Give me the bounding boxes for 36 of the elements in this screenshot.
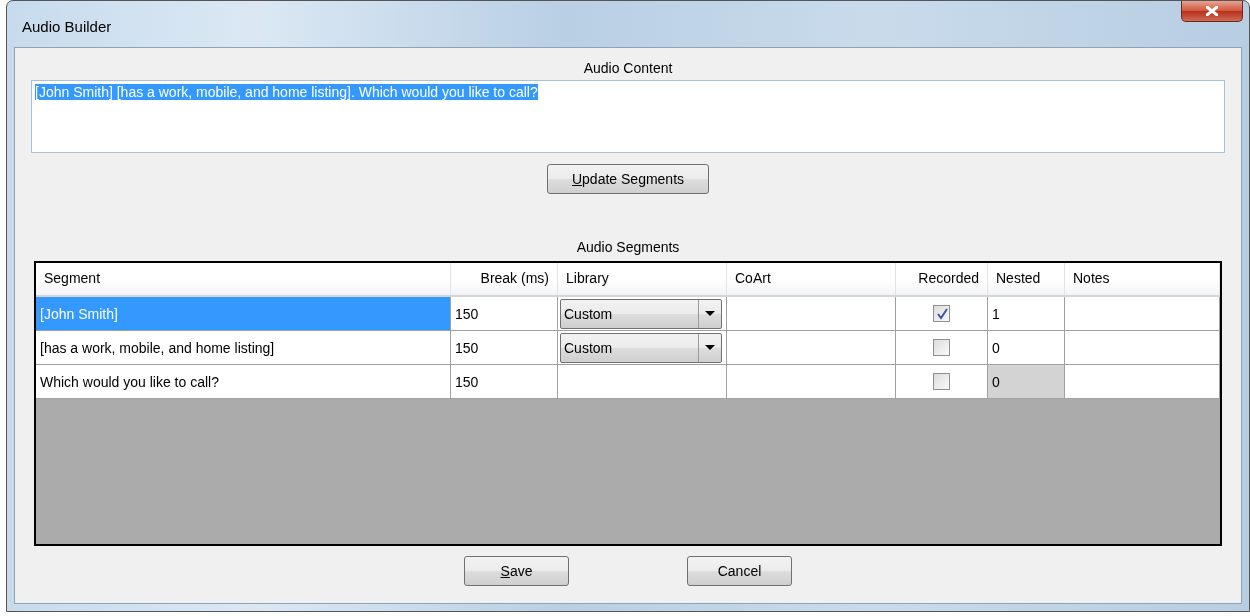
recorded-checkbox[interactable] [933, 373, 950, 390]
close-button[interactable] [1181, 1, 1243, 22]
table-cell[interactable] [727, 365, 896, 399]
close-icon [1206, 6, 1218, 16]
table-cell[interactable] [1065, 365, 1220, 399]
table-cell[interactable] [727, 297, 896, 331]
table-cell[interactable]: 150 [451, 331, 558, 365]
table-cell[interactable]: [has a work, mobile, and home listing] [36, 331, 451, 365]
column-header[interactable]: Recorded [896, 263, 988, 295]
table-cell[interactable] [1065, 297, 1220, 331]
table-cell[interactable]: Which would you like to call? [36, 365, 451, 399]
library-dropdown[interactable]: Custom [560, 332, 722, 363]
table-cell[interactable]: 1 [988, 297, 1065, 331]
table-cell[interactable] [558, 365, 727, 399]
section-label: Audio Segments [576, 239, 680, 257]
section-label: Audio Content [583, 60, 673, 78]
recorded-checkbox[interactable] [933, 339, 950, 356]
caret-icon [705, 311, 715, 316]
table-cell[interactable]: 150 [451, 365, 558, 399]
library-dropdown[interactable]: Custom [560, 298, 722, 329]
column-header[interactable]: Notes [1065, 263, 1220, 295]
save-button[interactable]: Save [464, 556, 569, 586]
table-cell[interactable] [727, 331, 896, 365]
table-cell[interactable]: 0 [988, 331, 1065, 365]
caret-icon [705, 345, 715, 350]
cancel-button[interactable]: Cancel [687, 556, 792, 586]
column-header[interactable]: Library [558, 263, 727, 295]
update-segments-button[interactable]: Update Segments [547, 164, 709, 194]
table-cell[interactable]: 150 [451, 297, 558, 331]
window-title: Audio Builder [21, 16, 112, 35]
table-cell[interactable] [1065, 331, 1220, 365]
column-header[interactable]: CoArt [727, 263, 896, 295]
column-header[interactable]: Segment [36, 263, 451, 295]
column-header[interactable]: Break (ms) [451, 263, 558, 295]
column-header[interactable]: Nested [988, 263, 1065, 295]
recorded-checkbox[interactable] [933, 305, 950, 322]
